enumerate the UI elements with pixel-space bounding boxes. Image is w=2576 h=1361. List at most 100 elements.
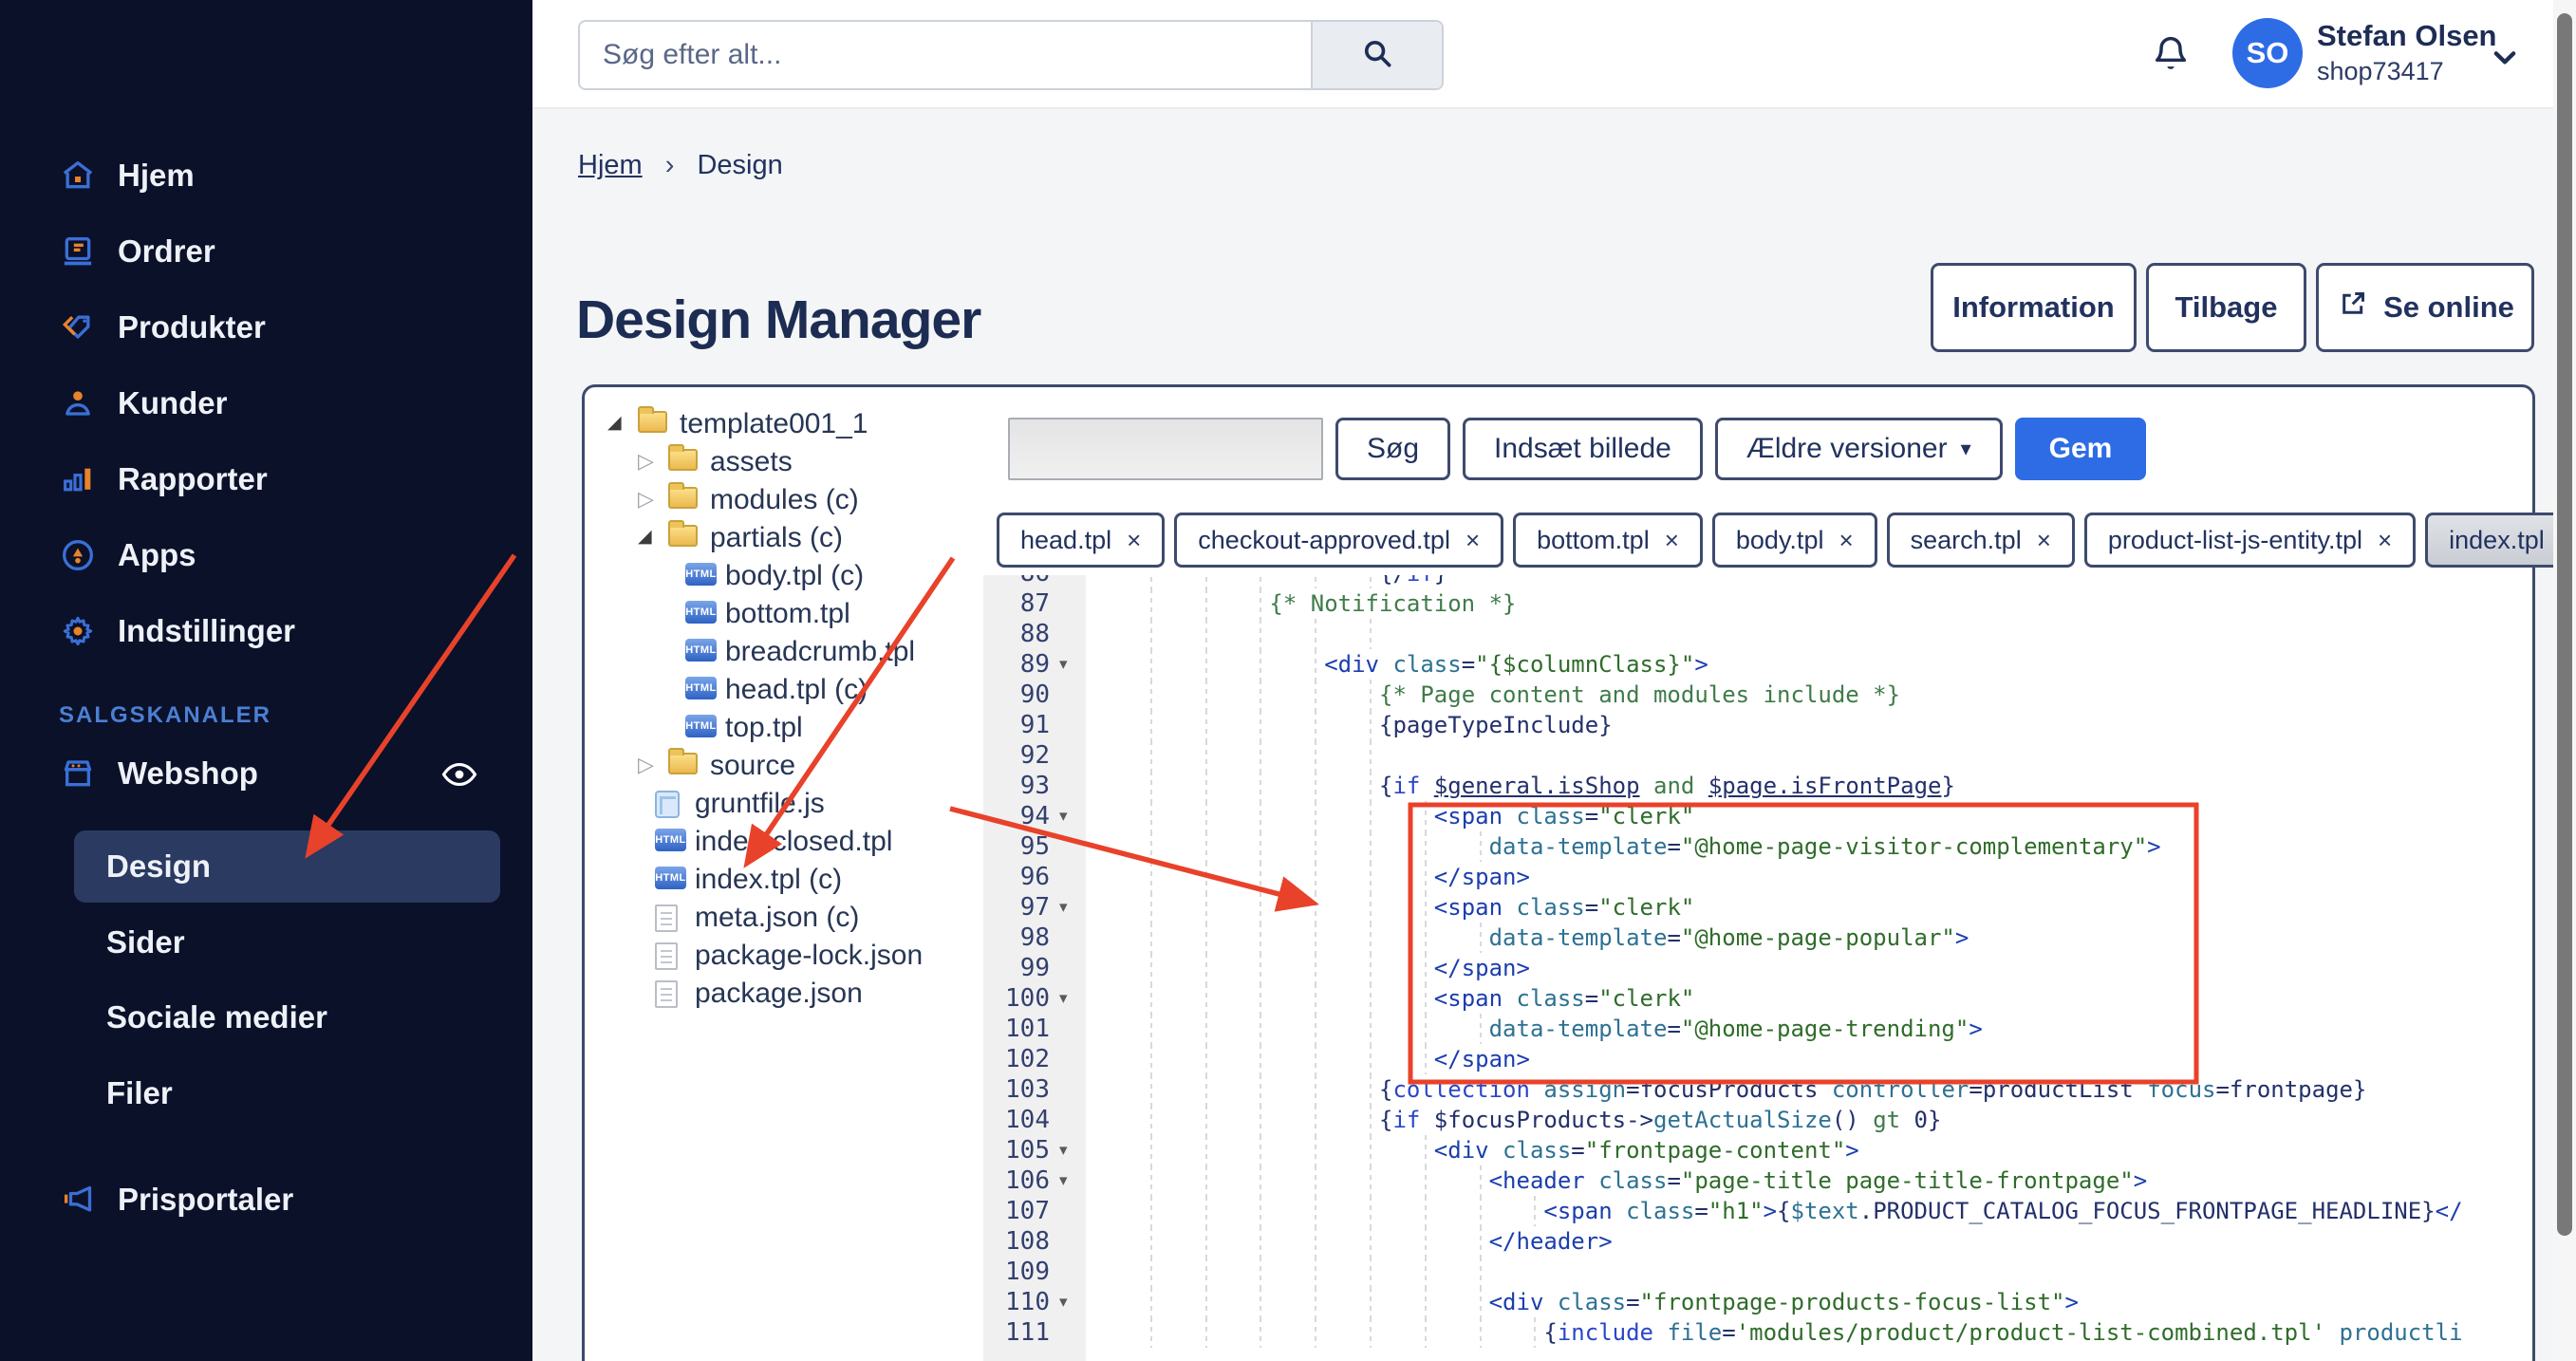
se-online-button[interactable]: Se online (2316, 263, 2534, 352)
line-number: 111 (983, 1317, 1050, 1348)
tree-item-bottom.tpl[interactable]: HTMLbottom.tpl (584, 595, 982, 633)
page-scrollbar-thumb[interactable] (2557, 13, 2572, 1236)
sidebar-item-sider[interactable]: Sider (0, 906, 532, 979)
code-line-100[interactable]: 100▾<span class="clerk" (983, 983, 2532, 1014)
code-line-92[interactable]: 92 (983, 740, 2532, 771)
sidebar-item-prisportaler[interactable]: Prisportaler (0, 1165, 532, 1235)
tab-label: bottom.tpl (1537, 526, 1650, 555)
sidebar-item-indstillinger[interactable]: Indstillinger (0, 593, 532, 669)
code-line-89[interactable]: 89▾<div class="{$columnClass}"> (983, 649, 2532, 680)
code-line-93[interactable]: 93{if $general.isShop and $page.isFrontP… (983, 771, 2532, 801)
tree-item-source[interactable]: ▷source (584, 747, 982, 785)
search-input[interactable] (580, 22, 1311, 88)
sidebar-item-produkter[interactable]: Produkter (0, 289, 532, 365)
indsaet-billede-button[interactable]: Indsæt billede (1463, 418, 1703, 480)
code-line-98[interactable]: 98data-template="@home-page-popular"> (983, 923, 2532, 953)
chevron-down-icon[interactable] (2486, 38, 2524, 76)
sidebar-item-apps[interactable]: Apps (0, 517, 532, 593)
avatar[interactable]: SO (2232, 18, 2303, 88)
search-button[interactable] (1311, 22, 1442, 88)
tab-close-icon[interactable]: × (1465, 526, 1480, 555)
tree-item-index-closed.tpl[interactable]: HTMLindex-closed.tpl (584, 823, 982, 861)
tree-item-modulesc[interactable]: ▷modules (c) (584, 481, 982, 519)
sidebar-item-rapporter[interactable]: Rapporter (0, 441, 532, 517)
tab-search.tpl[interactable]: search.tpl× (1887, 513, 2075, 568)
code-line-110[interactable]: 110▾<div class="frontpage-products-focus… (983, 1287, 2532, 1317)
code-line-102[interactable]: 102</span> (983, 1044, 2532, 1074)
tree-item-template001_1[interactable]: ◢template001_1 (584, 405, 982, 443)
fold-arrow-icon[interactable]: ▾ (1059, 892, 1068, 923)
code-line-104[interactable]: 104{if $focusProducts->getActualSize() g… (983, 1105, 2532, 1135)
tree-item-breadcrumb.tpl[interactable]: HTMLbreadcrumb.tpl (584, 633, 982, 671)
code-line-95[interactable]: 95data-template="@home-page-visitor-comp… (983, 831, 2532, 862)
eye-icon[interactable] (439, 754, 480, 795)
tree-item-index.tplc[interactable]: HTMLindex.tpl (c) (584, 861, 982, 899)
tree-expand-icon[interactable]: ▷ (638, 447, 654, 475)
tab-close-icon[interactable]: × (1665, 526, 1679, 555)
tilbage-button[interactable]: Tilbage (2146, 263, 2306, 352)
fold-arrow-icon[interactable]: ▾ (1059, 801, 1068, 831)
tree-item-meta.jsonc[interactable]: meta.json (c) (584, 899, 982, 937)
code-line-90[interactable]: 90{* Page content and modules include *} (983, 680, 2532, 710)
sidebar-item-sociale-medier[interactable]: Sociale medier (0, 981, 532, 1053)
tree-collapse-icon[interactable]: ◢ (607, 409, 622, 438)
tree-item-head.tplc[interactable]: HTMLhead.tpl (c) (584, 671, 982, 709)
code-line-99[interactable]: 99</span> (983, 953, 2532, 983)
tab-close-icon[interactable]: × (1839, 526, 1853, 555)
code-line-108[interactable]: 108</header> (983, 1226, 2532, 1257)
file-tree: ◢template001_1▷assets▷modules (c)◢partia… (584, 405, 982, 1032)
fold-arrow-icon[interactable]: ▾ (1059, 1287, 1068, 1317)
code-line-106[interactable]: 106▾<header class="page-title page-title… (983, 1165, 2532, 1196)
gem-button[interactable]: Gem (2015, 418, 2147, 480)
button-label: Se online (2383, 290, 2514, 325)
tab-close-icon[interactable]: × (2378, 526, 2392, 555)
tree-expand-icon[interactable]: ▷ (638, 751, 654, 779)
tab-checkout-approved.tpl[interactable]: checkout-approved.tpl× (1174, 513, 1503, 568)
code-line-86[interactable]: 86{/if} (983, 575, 2532, 588)
tree-item-assets[interactable]: ▷assets (584, 443, 982, 481)
aeldre-versioner-dropdown[interactable]: Ældre versioner ▾ (1715, 418, 2003, 480)
fold-arrow-icon[interactable]: ▾ (1059, 1135, 1068, 1165)
notification-bell-icon[interactable] (2150, 32, 2192, 78)
code-line-105[interactable]: 105▾<div class="frontpage-content"> (983, 1135, 2532, 1165)
tree-item-gruntfile.js[interactable]: gruntfile.js (584, 785, 982, 823)
editor-search-input[interactable] (1008, 418, 1323, 480)
code-line-91[interactable]: 91{pageTypeInclude} (983, 710, 2532, 740)
sidebar-item-kunder[interactable]: Kunder (0, 365, 532, 441)
tree-collapse-icon[interactable]: ◢ (638, 523, 652, 551)
code-line-88[interactable]: 88 (983, 619, 2532, 649)
tab-body.tpl[interactable]: body.tpl× (1712, 513, 1877, 568)
tree-item-body.tplc[interactable]: HTMLbody.tpl (c) (584, 557, 982, 595)
tab-product-list-js-entity.tpl[interactable]: product-list-js-entity.tpl× (2084, 513, 2416, 568)
tab-bottom.tpl[interactable]: bottom.tpl × (1513, 513, 1703, 568)
breadcrumb-link-hjem[interactable]: Hjem (578, 150, 643, 180)
tab-close-icon[interactable]: × (1127, 526, 1141, 555)
code-editor[interactable]: 86{/if}87{* Notification *}8889▾<div cla… (983, 575, 2532, 1361)
tree-item-top.tpl[interactable]: HTMLtop.tpl (584, 709, 982, 747)
tree-item-package.json[interactable]: package.json (584, 975, 982, 1013)
global-search (578, 20, 1444, 90)
sidebar-item-hjem[interactable]: Hjem (0, 138, 532, 214)
code-line-111[interactable]: 111{include file='modules/product/produc… (983, 1317, 2532, 1348)
tree-expand-icon[interactable]: ▷ (638, 485, 654, 513)
tab-head.tpl[interactable]: head.tpl× (997, 513, 1165, 568)
tab-close-icon[interactable]: × (2037, 526, 2051, 555)
code-line-109[interactable]: 109 (983, 1257, 2532, 1287)
sidebar-item-filer[interactable]: Filer (0, 1057, 532, 1129)
fold-arrow-icon[interactable]: ▾ (1059, 1165, 1068, 1196)
tree-item-partialsc[interactable]: ◢partials (c) (584, 519, 982, 557)
code-line-103[interactable]: 103{collection assign=focusProducts cont… (983, 1074, 2532, 1105)
sog-button[interactable]: Søg (1335, 418, 1450, 480)
code-line-94[interactable]: 94▾<span class="clerk" (983, 801, 2532, 831)
code-line-87[interactable]: 87{* Notification *} (983, 588, 2532, 619)
code-line-96[interactable]: 96</span> (983, 862, 2532, 892)
tree-item-package-lock.json[interactable]: package-lock.json (584, 937, 982, 975)
fold-arrow-icon[interactable]: ▾ (1059, 983, 1068, 1014)
information-button[interactable]: Information (1931, 263, 2137, 352)
sidebar-item-ordrer[interactable]: Ordrer (0, 214, 532, 289)
sidebar-item-design[interactable]: Design (74, 830, 500, 903)
fold-arrow-icon[interactable]: ▾ (1059, 649, 1068, 680)
code-line-107[interactable]: 107<span class="h1">{$text.PRODUCT_CATAL… (983, 1196, 2532, 1226)
code-line-97[interactable]: 97▾<span class="clerk" (983, 892, 2532, 923)
code-line-101[interactable]: 101data-template="@home-page-trending"> (983, 1014, 2532, 1044)
